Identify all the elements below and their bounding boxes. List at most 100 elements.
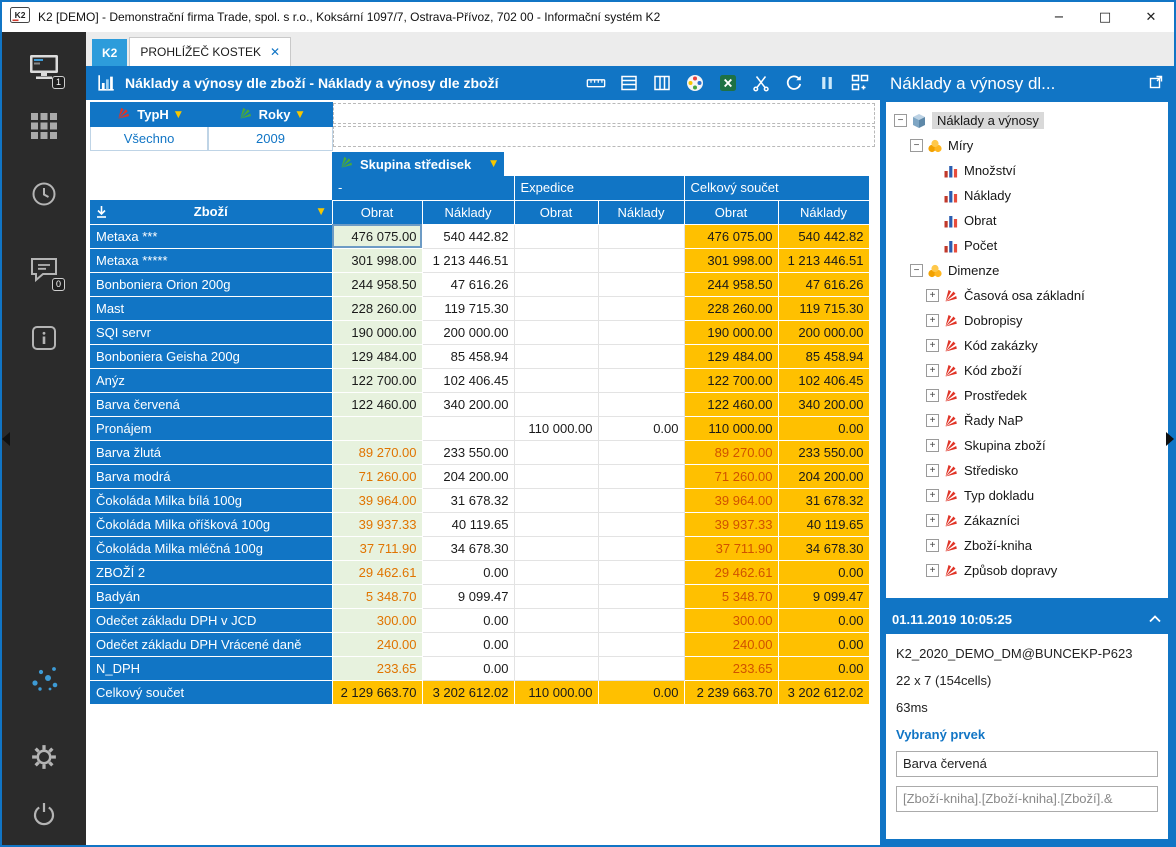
data-cell[interactable]: 40 119.65	[778, 512, 869, 536]
data-cell[interactable]	[514, 440, 598, 464]
data-cell[interactable]	[598, 344, 684, 368]
data-cell[interactable]: 244 958.50	[332, 272, 422, 296]
data-cell[interactable]: 89 270.00	[332, 440, 422, 464]
tree-item[interactable]: +Způsob dopravy	[890, 558, 1164, 583]
collapse-right-handle[interactable]	[1166, 432, 1174, 446]
row-label[interactable]: Badyán	[90, 584, 332, 608]
row-label[interactable]: SQI servr	[90, 320, 332, 344]
drop-row-1[interactable]	[333, 103, 875, 124]
data-cell[interactable]: 89 270.00	[684, 440, 778, 464]
row-label[interactable]: Barva modrá	[90, 464, 332, 488]
excel-export-icon[interactable]	[718, 73, 738, 93]
data-cell[interactable]: 240.00	[332, 632, 422, 656]
row-label[interactable]: N_DPH	[90, 656, 332, 680]
pause-icon[interactable]	[817, 73, 837, 93]
settings-gear-icon[interactable]	[22, 737, 66, 777]
desktop-icon[interactable]: 1	[22, 48, 66, 88]
data-cell[interactable]: 0.00	[422, 632, 514, 656]
tree-item[interactable]: Obrat	[890, 208, 1164, 233]
data-cell[interactable]: 110 000.00	[514, 416, 598, 440]
data-cell[interactable]: 204 200.00	[778, 464, 869, 488]
data-cell[interactable]: 240.00	[684, 632, 778, 656]
data-cell[interactable]: 233.65	[332, 656, 422, 680]
dropdown-icon[interactable]: ▼	[318, 207, 325, 217]
data-cell[interactable]	[514, 248, 598, 272]
data-cell[interactable]: 39 964.00	[684, 488, 778, 512]
measure-header[interactable]: Obrat	[684, 200, 778, 224]
close-button[interactable]: ✕	[1128, 2, 1174, 32]
data-cell[interactable]	[598, 440, 684, 464]
tree-expander-icon[interactable]: +	[926, 439, 939, 452]
data-cell[interactable]: 29 462.61	[332, 560, 422, 584]
data-cell[interactable]: 47 616.26	[422, 272, 514, 296]
column-dimension-button[interactable]: Skupina středisek ▼	[332, 152, 504, 176]
data-cell[interactable]	[514, 344, 598, 368]
filter-typh-value[interactable]: Všechno	[90, 127, 208, 151]
tools-icon[interactable]	[751, 73, 771, 93]
data-cell[interactable]: 39 937.33	[332, 512, 422, 536]
tree-item[interactable]: +Zboží-kniha	[890, 533, 1164, 558]
data-cell[interactable]	[514, 560, 598, 584]
tree-item[interactable]: +Středisko	[890, 458, 1164, 483]
data-cell[interactable]	[598, 632, 684, 656]
row-dimension-header[interactable]: Zboží ▼	[90, 200, 332, 224]
data-cell[interactable]: 540 442.82	[422, 224, 514, 248]
data-cell[interactable]	[514, 224, 598, 248]
data-cell[interactable]	[514, 464, 598, 488]
filter-roky-value[interactable]: 2009	[208, 127, 333, 151]
data-cell[interactable]: 301 998.00	[684, 248, 778, 272]
tree-expander-icon[interactable]: +	[926, 464, 939, 477]
data-cell[interactable]: 129 484.00	[684, 344, 778, 368]
data-cell[interactable]: 2 239 663.70	[684, 680, 778, 704]
data-cell[interactable]	[514, 296, 598, 320]
row-label[interactable]: Mast	[90, 296, 332, 320]
data-cell[interactable]: 47 616.26	[778, 272, 869, 296]
data-cell[interactable]: 200 000.00	[422, 320, 514, 344]
row-label[interactable]: Metaxa ***	[90, 224, 332, 248]
tab-close-icon[interactable]: ✕	[270, 45, 280, 59]
data-cell[interactable]: 5 348.70	[684, 584, 778, 608]
data-cell[interactable]: 0.00	[422, 560, 514, 584]
tree-expander-icon[interactable]: +	[926, 364, 939, 377]
data-cell[interactable]: 102 406.45	[778, 368, 869, 392]
data-cell[interactable]: 34 678.30	[778, 536, 869, 560]
maximize-button[interactable]: □	[1082, 2, 1128, 32]
row-label[interactable]: Pronájem	[90, 416, 332, 440]
data-cell[interactable]	[514, 536, 598, 560]
data-cell[interactable]: 39 964.00	[332, 488, 422, 512]
data-cell[interactable]: 110 000.00	[514, 680, 598, 704]
data-cell[interactable]	[598, 584, 684, 608]
data-cell[interactable]: 0.00	[422, 608, 514, 632]
data-cell[interactable]: 122 700.00	[684, 368, 778, 392]
data-cell[interactable]: 540 442.82	[778, 224, 869, 248]
data-cell[interactable]	[514, 632, 598, 656]
data-cell[interactable]	[514, 320, 598, 344]
data-cell[interactable]: 34 678.30	[422, 536, 514, 560]
data-cell[interactable]: 190 000.00	[332, 320, 422, 344]
chevron-up-icon[interactable]	[1148, 612, 1162, 627]
tree-item[interactable]: −Dimenze	[890, 258, 1164, 283]
data-cell[interactable]: 233 550.00	[778, 440, 869, 464]
data-cell[interactable]	[598, 320, 684, 344]
tree-item[interactable]: Množství	[890, 158, 1164, 183]
row-label[interactable]: Celkový součet	[90, 680, 332, 704]
data-cell[interactable]: 71 260.00	[684, 464, 778, 488]
data-cell[interactable]	[598, 656, 684, 680]
data-cell[interactable]: 39 937.33	[684, 512, 778, 536]
measure-header[interactable]: Obrat	[514, 200, 598, 224]
data-cell[interactable]: 9 099.47	[422, 584, 514, 608]
tree-expander-icon[interactable]: +	[926, 564, 939, 577]
data-cell[interactable]: 102 406.45	[422, 368, 514, 392]
data-cell[interactable]: 0.00	[778, 608, 869, 632]
tree-expander-icon[interactable]: +	[926, 539, 939, 552]
column-group-header[interactable]: Expedice	[514, 176, 684, 200]
tree-item[interactable]: +Kód zboží	[890, 358, 1164, 383]
data-cell[interactable]: 129 484.00	[332, 344, 422, 368]
data-cell[interactable]: 31 678.32	[778, 488, 869, 512]
column-group-header[interactable]: Celkový součet	[684, 176, 869, 200]
dropdown-icon[interactable]: ▼	[175, 110, 182, 120]
row-label[interactable]: Metaxa *****	[90, 248, 332, 272]
tree-expander-icon[interactable]: +	[926, 289, 939, 302]
data-cell[interactable]: 0.00	[778, 560, 869, 584]
row-label[interactable]: Čokoláda Milka mléčná 100g	[90, 536, 332, 560]
